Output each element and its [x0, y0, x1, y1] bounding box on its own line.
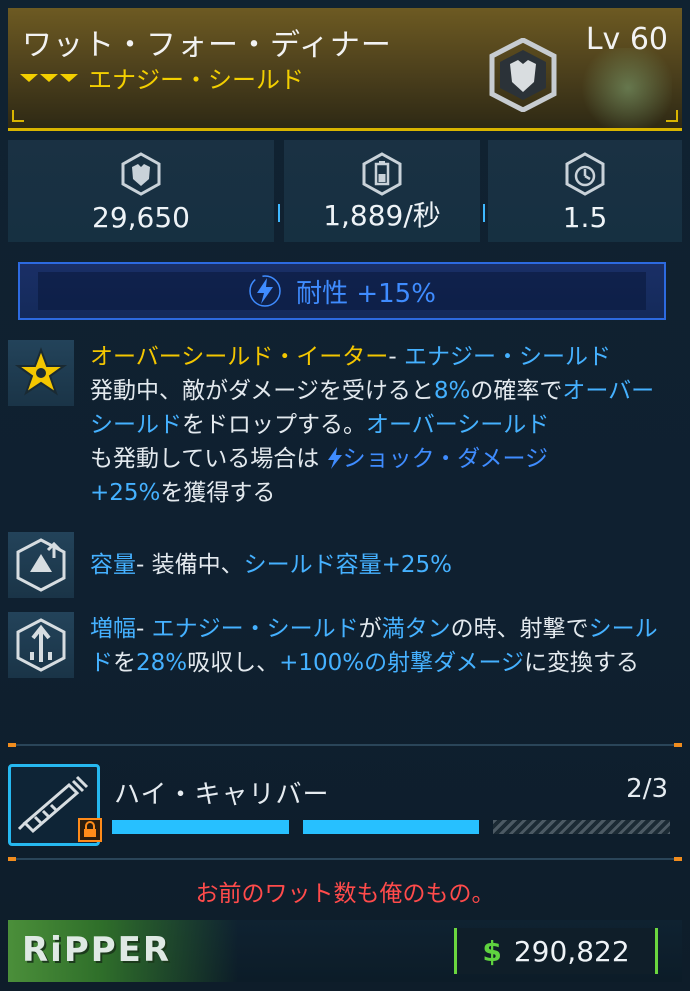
item-price: 290,822 [513, 934, 630, 968]
recharge-delay-icon [565, 152, 605, 196]
part-progress [112, 820, 670, 834]
shock-bolt-icon [249, 275, 281, 307]
item-art [562, 48, 672, 128]
stat-separator [278, 204, 280, 222]
element-resistance-bar: 耐性 +15% [18, 262, 666, 320]
perk-text: をドロップする。 [182, 412, 366, 438]
lock-icon [78, 818, 102, 842]
perk-keyword: +100%の射撃ダメージ [279, 650, 525, 676]
shield-capacity-icon [121, 152, 161, 196]
stat-recharge-delay: 1.5 [488, 140, 682, 242]
perk-text: に変換する [524, 650, 640, 676]
section-divider [8, 857, 682, 861]
stat-separator [483, 204, 485, 222]
price-box: $ 290,822 [454, 928, 658, 974]
perk-overshield-eater: オーバーシールド・イーター- エナジー・シールド 発動中、敵がダメージを受けると… [8, 340, 682, 520]
item-header: ワット・フォー・ディナー Lv 60 エナジー・シールド [8, 8, 682, 131]
perk-text: も発動している場合は [90, 446, 320, 472]
perk-capacity: 容量- 装備中、シールド容量+25% [8, 532, 682, 598]
perk-keyword: シールド容量+25% [243, 552, 453, 578]
perk-title: オーバーシールド・イーター [90, 344, 389, 370]
perk-icon-frame [8, 340, 74, 406]
item-card: ワット・フォー・ディナー Lv 60 エナジー・シールド 29,650 1,88… [0, 0, 690, 991]
divider-accent [674, 743, 682, 747]
perk-keyword: 満タン [381, 616, 451, 642]
item-name: ワット・フォー・ディナー [22, 28, 392, 63]
part-progress-segment [112, 820, 289, 834]
perk-sep: - [388, 344, 397, 370]
element-resistance-text: 耐性 +15% [296, 278, 436, 309]
perk-description: 容量- 装備中、シールド容量+25% [90, 548, 676, 582]
stat-value: 1,889/秒 [323, 199, 441, 232]
perk-keyword: ショック・ダメージ [342, 446, 549, 472]
item-footer: RiPPER $ 290,822 [8, 920, 682, 982]
stat-capacity: 29,650 [8, 140, 274, 242]
perk-text: - 装備中、 [136, 552, 244, 578]
shock-bolt-icon [327, 447, 342, 469]
chevron-rarity-icon [20, 73, 78, 82]
amplify-icon [16, 618, 66, 672]
star-perk-icon [14, 347, 68, 396]
rarity-row: エナジー・シールド [20, 60, 304, 95]
item-type: エナジー・シールド [88, 66, 304, 94]
divider-accent [8, 857, 16, 861]
perk-title: 増幅 [90, 616, 136, 642]
part-progress-segment [493, 820, 670, 834]
manufacturer-logo: RiPPER [8, 920, 238, 982]
perk-icon-frame [8, 532, 74, 598]
perk-title: 容量 [90, 552, 136, 578]
stat-value: 1.5 [562, 201, 608, 234]
battery-recharge-icon [362, 152, 402, 196]
stat-value: 29,650 [92, 201, 190, 234]
manufacturer-part: ハイ・キャリバー 2/3 [8, 764, 682, 850]
section-divider [8, 743, 682, 747]
perk-text: を [113, 650, 136, 676]
capacity-up-icon [16, 538, 66, 592]
manufacturer-name: RiPPER [22, 930, 172, 970]
perk-text: の確率で [470, 378, 563, 404]
perk-text: 発動中、敵がダメージを受けると [90, 378, 434, 404]
flavor-text: お前のワット数も俺のもの。 [195, 881, 495, 907]
header-corner [12, 110, 24, 122]
perk-text: - [136, 616, 152, 642]
perk-icon-frame [8, 612, 74, 678]
element-content: 耐性 +15% [20, 264, 664, 318]
perk-text: の時、射撃で [450, 616, 589, 642]
stat-recharge-rate: 1,889/秒 [284, 140, 480, 242]
perk-text: 吸収し、 [187, 650, 280, 676]
stats-row: 29,650 1,889/秒 1.5 [8, 140, 682, 242]
perk-text: が [358, 616, 382, 642]
perk-keyword: エナジー・シールド [403, 344, 611, 370]
perk-description: 増幅- エナジー・シールドが満タンの時、射撃でシールドを28%吸収し、+100%… [90, 612, 676, 680]
part-count: 2/3 [626, 774, 668, 804]
perk-keyword: オーバーシールド [366, 412, 550, 438]
shield-emblem-icon [489, 38, 557, 112]
header-corner [666, 110, 678, 122]
perk-description: オーバーシールド・イーター- エナジー・シールド 発動中、敵がダメージを受けると… [90, 340, 676, 510]
perk-keyword: +25% [90, 480, 161, 506]
part-progress-segment [302, 820, 480, 834]
divider-accent [674, 857, 682, 861]
perk-text: を獲得する [160, 480, 276, 506]
divider-accent [8, 743, 16, 747]
perk-keyword: 8% [433, 378, 471, 404]
part-name: ハイ・キャリバー [114, 780, 330, 810]
perk-keyword: 28% [136, 650, 188, 676]
perk-keyword: エナジー・シールド [151, 616, 359, 642]
perk-amplify: 増幅- エナジー・シールドが満タンの時、射撃でシールドを28%吸収し、+100%… [8, 612, 682, 722]
dollar-icon: $ [482, 934, 502, 968]
